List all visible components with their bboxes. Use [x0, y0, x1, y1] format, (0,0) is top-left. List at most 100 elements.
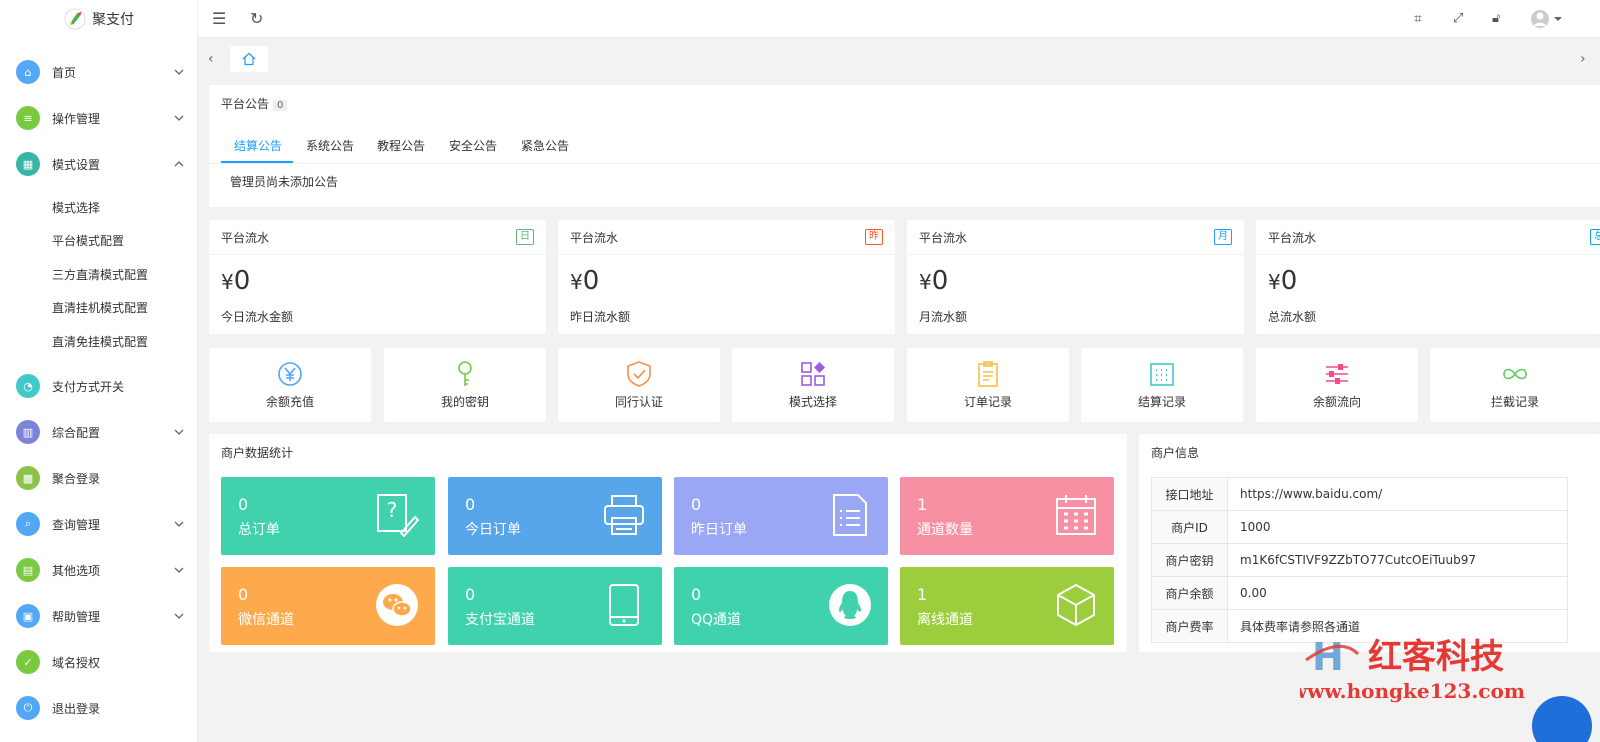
tile-value: 0: [465, 585, 476, 604]
printer-icon: [602, 493, 646, 537]
sidebar-subitem-3[interactable]: 直清挂机模式配置: [52, 299, 148, 316]
sidebar-item-1[interactable]: ≡ 操作管理: [0, 98, 198, 138]
calendar-icon: [1054, 493, 1098, 537]
stat-title: 平台流水: [919, 231, 968, 245]
sidebar-subitem-2[interactable]: 三方直清模式配置: [52, 266, 148, 283]
watermark-brand: 红客科技: [1368, 637, 1504, 677]
stat-divider: [558, 254, 895, 255]
stat-card-3: 平台流水 总 ¥0 总流水额: [1256, 220, 1600, 334]
menu-collapse-icon[interactable]: ☰: [212, 9, 226, 29]
home-icon: [242, 52, 256, 66]
quick-btn-1[interactable]: 我的密钥: [384, 348, 546, 422]
tab-prev-icon[interactable]: ‹: [208, 49, 214, 69]
stat-tile-7[interactable]: 1 离线通道: [900, 567, 1114, 645]
sidebar-item-6[interactable]: ⌕ 查询管理: [0, 504, 198, 544]
notice-count-badge: 0: [273, 100, 288, 111]
quick-btn-3[interactable]: 模式选择: [732, 348, 894, 422]
tile-label: 通道数量: [917, 522, 973, 538]
lock-icon[interactable]: 🔓︎: [1492, 9, 1500, 29]
tab-notice-2[interactable]: 教程公告: [377, 137, 425, 154]
sidebar-item-icon: ▥: [16, 420, 40, 444]
merchant-stats-title: 商户数据统计: [221, 446, 294, 460]
merchant-info-card: 商户信息 接口地址 https://www.baidu.com/商户ID 1000 商…: [1139, 434, 1600, 652]
quick-btn-4[interactable]: 订单记录: [907, 348, 1069, 422]
info-key: 商户余额: [1151, 576, 1228, 610]
chevron-down-icon: [174, 565, 184, 576]
table-row: 接口地址 https://www.baidu.com/: [1151, 477, 1568, 511]
tile-value: 1: [917, 585, 928, 604]
cube-icon: [1054, 583, 1098, 627]
stat-value: ¥0: [570, 266, 600, 296]
stat-tile-5[interactable]: 0 支付宝通道: [448, 567, 662, 645]
tab-notice-3[interactable]: 安全公告: [449, 137, 497, 154]
wechat-icon: [375, 583, 419, 627]
merchant-stats-card: 商户数据统计 0 总订单? 0 今日订单 0 昨日订单 1 通道数量 0 微信通道 0 支付宝通道 0 Q…: [209, 434, 1127, 652]
app-logo[interactable]: 聚支付: [0, 0, 197, 38]
watermark: H 红客科技 www.hongke123.com: [1289, 626, 1600, 742]
stat-tile-3[interactable]: 1 通道数量: [900, 477, 1114, 555]
notice-title: 平台公告 0: [221, 95, 288, 112]
notice-content: 管理员尚未添加公告: [230, 175, 339, 189]
sidebar-item-label: 查询管理: [52, 517, 101, 532]
table-row: 商户ID 1000: [1151, 510, 1568, 544]
watermark-url: www.hongke123.com: [1300, 679, 1525, 703]
stat-tile-1[interactable]: 0 今日订单: [448, 477, 662, 555]
sidebar-item-4[interactable]: ▥ 综合配置: [0, 412, 198, 452]
info-key: 商户ID: [1151, 510, 1228, 544]
stat-divider: [907, 254, 1244, 255]
tab-notice-0[interactable]: 结算公告: [234, 137, 282, 154]
table-row: 商户余额 0.00: [1151, 576, 1568, 610]
tab-notice-1[interactable]: 系统公告: [306, 137, 354, 154]
tab-next-icon[interactable]: ›: [1580, 49, 1586, 69]
stat-period-badge: 月: [1214, 229, 1232, 245]
sidebar-item-5[interactable]: ▩ 聚合登录: [0, 458, 198, 498]
sidebar: 聚支付 ⌂ 首页 ≡ 操作管理 ▦ 模式设置 ◔ 支付方式开关 ▥ 综合配置 ▩ 聚合登录 ⌕ 查询管理 ▤…: [0, 0, 198, 742]
sidebar-item-9[interactable]: ✓ 域名授权: [0, 642, 198, 682]
sidebar-subitem-1[interactable]: 平台模式配置: [52, 232, 124, 249]
tile-value: 0: [238, 585, 249, 604]
tile-value: 0: [238, 495, 249, 514]
tile-label: 支付宝通道: [465, 612, 535, 628]
sidebar-subitem-0[interactable]: 模式选择: [52, 199, 100, 216]
rocket-icon: [64, 8, 86, 30]
quick-btn-5[interactable]: 结算记录: [1081, 348, 1243, 422]
sidebar-item-0[interactable]: ⌂ 首页: [0, 52, 198, 92]
sidebar-item-label: 操作管理: [52, 111, 101, 126]
stat-tile-6[interactable]: 0 QQ通道: [674, 567, 888, 645]
sidebar-item-8[interactable]: ▣ 帮助管理: [0, 596, 198, 636]
sidebar-item-3[interactable]: ◔ 支付方式开关: [0, 366, 198, 406]
sidebar-item-2[interactable]: ▦ 模式设置: [0, 144, 198, 184]
tile-value: 0: [691, 495, 702, 514]
info-value: m1K6fCSTIVF9ZZbTO77CutcOEiTuub97: [1227, 543, 1568, 577]
clipboard-icon: [974, 360, 1002, 388]
svg-text:H: H: [1312, 635, 1344, 679]
stat-desc: 昨日流水额: [570, 310, 631, 324]
sidebar-item-7[interactable]: ▤ 其他选项: [0, 550, 198, 590]
quick-btn-6[interactable]: 余额流向: [1256, 348, 1418, 422]
stat-desc: 月流水额: [919, 310, 968, 324]
stat-tile-2[interactable]: 0 昨日订单: [674, 477, 888, 555]
sidebar-subitem-4[interactable]: 直清免挂模式配置: [52, 333, 148, 350]
currency-symbol: ¥: [570, 270, 583, 294]
yen-icon: [276, 360, 304, 388]
chevron-down-icon: [174, 113, 184, 124]
table-row: 商户密钥 m1K6fCSTIVF9ZZbTO77CutcOEiTuub97: [1151, 543, 1568, 577]
info-value: 1000: [1227, 510, 1568, 544]
home-tab[interactable]: [230, 46, 268, 72]
quick-btn-7[interactable]: 拦截记录: [1430, 348, 1600, 422]
tag-icon[interactable]: ⌗: [1414, 9, 1422, 29]
fullscreen-icon[interactable]: ⤢: [1453, 9, 1463, 29]
stat-tile-0[interactable]: 0 总订单?: [221, 477, 435, 555]
sidebar-item-10[interactable]: ⏻ 退出登录: [0, 688, 198, 728]
quick-btn-label: 订单记录: [963, 395, 1012, 409]
stat-tile-4[interactable]: 0 微信通道: [221, 567, 435, 645]
chevron-down-icon: [174, 611, 184, 622]
refresh-icon[interactable]: ↻: [250, 9, 263, 29]
chevron-down-icon: [174, 519, 184, 530]
avatar[interactable]: [1530, 9, 1566, 34]
quick-btn-0[interactable]: 余额充值: [209, 348, 371, 422]
chevron-up-icon: [174, 159, 184, 170]
chevron-down-icon: [174, 67, 184, 78]
tab-notice-4[interactable]: 紧急公告: [521, 137, 569, 154]
quick-btn-2[interactable]: 同行认证: [558, 348, 720, 422]
